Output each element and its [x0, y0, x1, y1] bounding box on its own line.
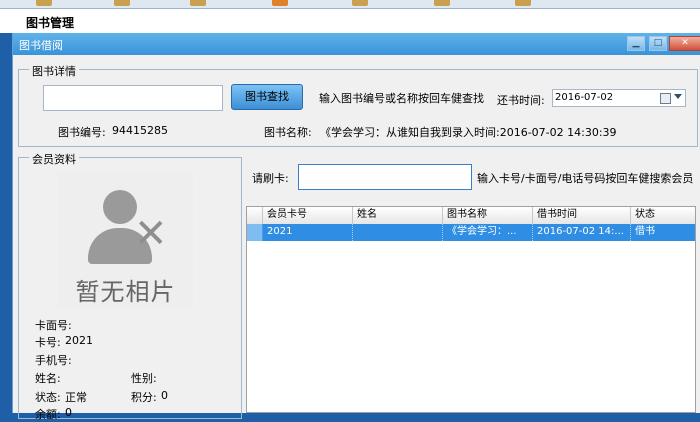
status-label: 状态: [35, 391, 61, 404]
phone-label: 手机号: [35, 354, 72, 367]
points-value: 0 [161, 389, 168, 402]
member-photo-placeholder: ✕ 暂无相片 [58, 172, 193, 307]
name-label: 姓名: [35, 372, 61, 385]
app-icon [36, 0, 52, 6]
cross-icon: ✕ [134, 211, 168, 257]
column-header-name[interactable]: 姓名 [353, 207, 443, 224]
table-header-row: 会员卡号 姓名 图书名称 借书时间 状态 [247, 207, 695, 225]
maximize-button[interactable]: □ [649, 36, 667, 51]
swipe-card-hint: 输入卡号/卡面号/电话号码按回车健搜索会员 [477, 172, 694, 185]
book-name-label: 图书名称: [264, 126, 312, 139]
card-face-label: 卡面号: [35, 319, 72, 332]
cell-status: 借书 [631, 224, 695, 241]
status-value: 正常 [65, 391, 87, 404]
card-no-label: 卡号: [35, 336, 61, 349]
calendar-icon[interactable] [660, 93, 671, 104]
column-header-book-name[interactable]: 图书名称 [443, 207, 533, 224]
points-label: 积分: [131, 391, 157, 404]
table-row[interactable]: 2021 《学会学习：... 2016-07-02 14:... 借书 [247, 224, 695, 241]
swipe-card-input[interactable] [298, 164, 472, 190]
return-date-picker[interactable]: 2016-07-02 [552, 89, 686, 107]
balance-label: 余额: [35, 408, 61, 421]
cell-borrow-time: 2016-07-02 14:... [533, 224, 631, 241]
cell-name [353, 224, 443, 241]
book-search-button[interactable]: 图书查找 [231, 84, 303, 110]
column-header-borrow-time[interactable]: 借书时间 [533, 207, 631, 224]
dropdown-arrow-icon[interactable] [674, 94, 682, 99]
borrow-records-table[interactable]: 会员卡号 姓名 图书名称 借书时间 状态 2021 《学会学习：... 2016… [246, 206, 696, 413]
cell-card-no: 2021 [263, 224, 353, 241]
card-no-value: 2021 [65, 334, 93, 347]
app-icon [515, 0, 531, 6]
no-photo-caption: 暂无相片 [75, 278, 176, 306]
app-icon [190, 0, 206, 6]
background-taskbar [0, 0, 700, 9]
row-header-corner [247, 207, 263, 224]
book-name-value: 《学会学习：从谁知自我到录入时间:2016-07-02 14:30:39 [320, 126, 617, 139]
book-details-legend: 图书详情 [29, 63, 79, 79]
minimize-button[interactable]: ▁ [627, 36, 645, 51]
app-icon [434, 0, 450, 6]
column-header-status[interactable]: 状态 [631, 207, 695, 224]
gender-label: 性别: [131, 372, 157, 385]
window-titlebar[interactable]: 图书借阅 ▁ □ ✕ [13, 33, 700, 55]
app-icon [272, 0, 288, 6]
book-id-value: 94415285 [112, 124, 168, 137]
row-selector[interactable] [247, 224, 263, 241]
window-title: 图书借阅 [19, 39, 63, 52]
book-id-label: 图书编号: [58, 126, 106, 139]
column-header-card-no[interactable]: 会员卡号 [263, 207, 353, 224]
app-icon [352, 0, 368, 6]
parent-window-title: 图书管理 [0, 9, 700, 33]
person-icon [103, 190, 137, 224]
book-borrow-window: 图书借阅 ▁ □ ✕ 图书详情 图书查找 输入图书编号或名称按回车健查找 还书时… [12, 33, 700, 421]
swipe-card-label: 请刷卡: [252, 172, 289, 185]
book-search-input[interactable] [43, 85, 223, 111]
return-date-label: 还书时间: [497, 94, 545, 107]
book-search-hint: 输入图书编号或名称按回车健查找 [319, 92, 484, 105]
cell-book-name: 《学会学习：... [443, 224, 533, 241]
member-info-legend: 会员资料 [29, 151, 79, 167]
parent-title-text: 图书管理 [26, 16, 75, 30]
close-button[interactable]: ✕ [669, 36, 700, 51]
return-date-value: 2016-07-02 [555, 92, 614, 103]
app-icon [114, 0, 130, 6]
